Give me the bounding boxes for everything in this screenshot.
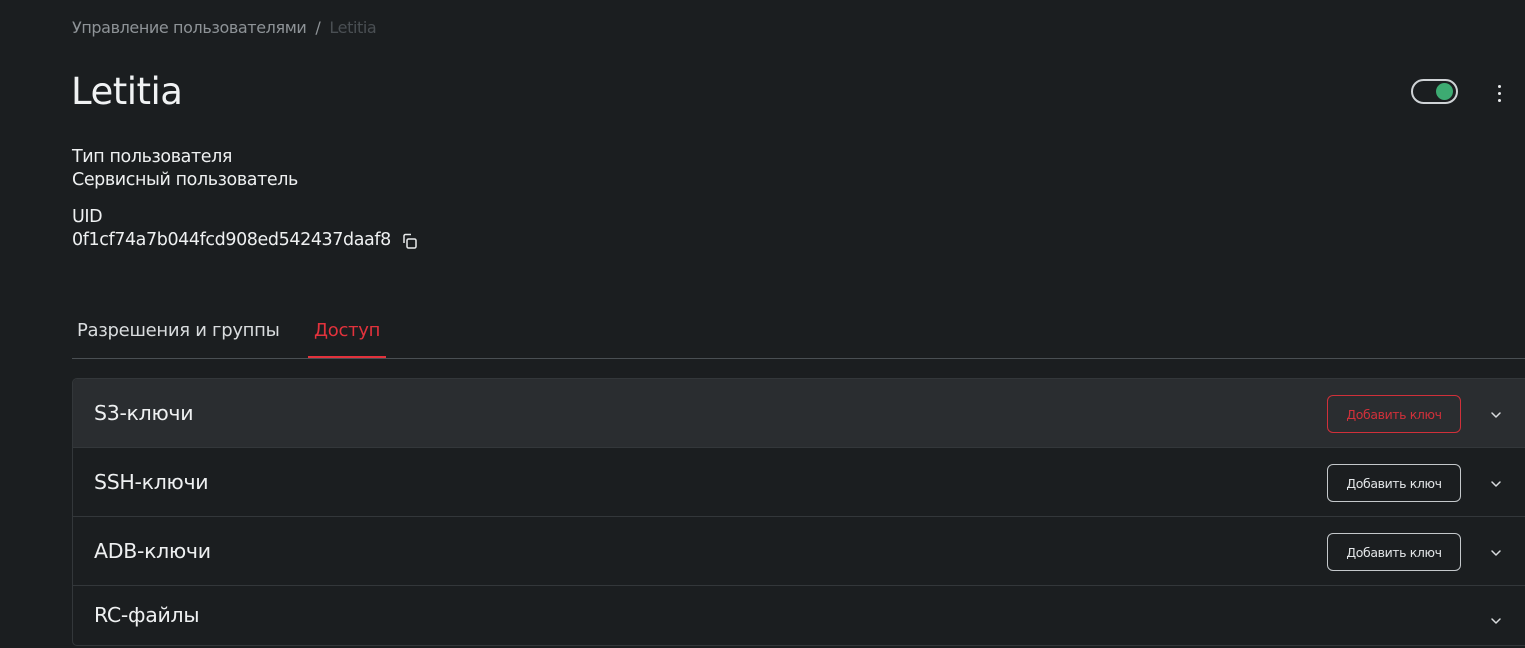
copy-icon[interactable] — [401, 232, 419, 250]
chevron-down-icon[interactable] — [1489, 545, 1503, 559]
tab-permissions-groups[interactable]: Разрешения и группы — [77, 314, 280, 358]
user-type-field: Тип пользователя Сервисный пользователь — [72, 146, 298, 192]
access-accordion: S3-ключи Добавить ключ SSH-ключи Добавит… — [72, 378, 1525, 646]
user-type-value: Сервисный пользователь — [72, 170, 298, 190]
accordion-section-adb-keys[interactable]: ADB-ключи Добавить ключ — [73, 517, 1525, 586]
tab-access[interactable]: Доступ — [308, 314, 387, 358]
section-title: S3-ключи — [94, 401, 194, 425]
section-title: ADB-ключи — [94, 539, 211, 563]
accordion-section-ssh-keys[interactable]: SSH-ключи Добавить ключ — [73, 448, 1525, 517]
uid-value: 0f1cf74a7b044fcd908ed542437daaf8 — [72, 230, 391, 250]
more-dot — [1497, 84, 1501, 88]
uid-label: UID — [72, 207, 103, 227]
uid-row: 0f1cf74a7b044fcd908ed542437daaf8 — [72, 229, 419, 252]
more-dot — [1497, 91, 1501, 95]
user-enabled-toggle[interactable] — [1411, 79, 1458, 104]
breadcrumb-current: Letitia — [329, 18, 377, 37]
add-adb-key-button[interactable]: Добавить ключ — [1327, 533, 1461, 571]
more-dot — [1497, 98, 1501, 102]
accordion-section-s3-keys[interactable]: S3-ключи Добавить ключ — [73, 379, 1525, 448]
section-title: RC-файлы — [94, 603, 200, 627]
chevron-down-icon[interactable] — [1489, 613, 1503, 627]
more-vertical-icon[interactable] — [1488, 80, 1510, 106]
toggle-knob — [1436, 83, 1453, 100]
add-s3-key-button[interactable]: Добавить ключ — [1327, 395, 1461, 433]
breadcrumb-user-management-link[interactable]: Управление пользователями — [72, 18, 307, 37]
chevron-down-icon[interactable] — [1489, 476, 1503, 490]
section-title: SSH-ключи — [94, 470, 209, 494]
add-ssh-key-button[interactable]: Добавить ключ — [1327, 464, 1461, 502]
user-detail-page: Управление пользователями / Letitia Letiti… — [0, 0, 1525, 648]
chevron-down-icon[interactable] — [1489, 407, 1503, 421]
breadcrumb: Управление пользователями / Letitia — [72, 17, 377, 39]
uid-field: UID 0f1cf74a7b044fcd908ed542437daaf8 — [72, 206, 419, 252]
user-type-label: Тип пользователя — [72, 147, 233, 167]
page-title: Letitia — [71, 70, 183, 113]
breadcrumb-separator: / — [315, 18, 321, 37]
accordion-section-rc-files[interactable]: RC-файлы — [73, 586, 1525, 645]
tabs-bar: Разрешения и группы Доступ — [72, 314, 1525, 359]
